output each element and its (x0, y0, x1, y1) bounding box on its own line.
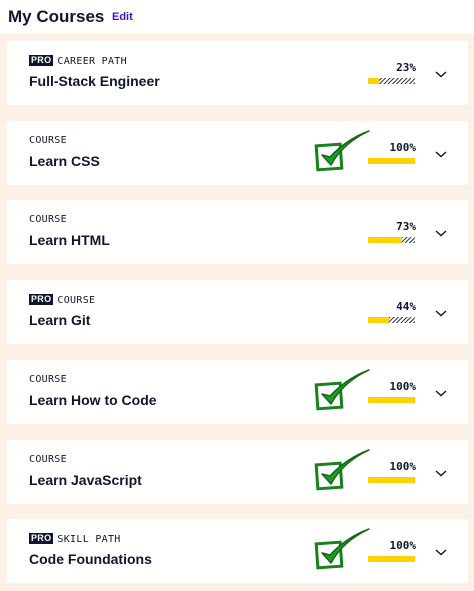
course-title: Learn Git (29, 312, 91, 329)
course-card[interactable]: COURSE Learn CSS 100% (7, 120, 468, 185)
course-kind: CAREER PATH (57, 56, 127, 67)
course-kind-row: COURSE (29, 374, 67, 385)
course-kind: COURSE (57, 295, 96, 307)
progress-bar-fill (368, 157, 415, 164)
progress-bar (368, 556, 415, 563)
progress-percent: 100% (389, 379, 417, 393)
course-card[interactable]: COURSE Learn JavaScript 100% (7, 439, 468, 504)
progress-bar (368, 78, 415, 84)
page-title: My Courses (8, 7, 105, 26)
course-card[interactable]: COURSE Learn HTML 73% (7, 200, 468, 265)
edit-link[interactable]: Edit (112, 11, 133, 23)
course-kind-row: COURSE (29, 135, 67, 146)
progress-bar (368, 237, 415, 244)
chevron-down-icon[interactable] (434, 69, 448, 79)
course-card[interactable]: PRO CAREER PATH Full-Stack Engineer 23% (7, 41, 468, 105)
progress-bar-fill (368, 317, 389, 324)
course-kind-row: PRO CAREER PATH (29, 55, 127, 67)
chevron-down-icon[interactable] (434, 228, 448, 238)
chevron-down-icon[interactable] (434, 308, 448, 318)
pro-badge: PRO (29, 294, 54, 306)
progress-bar (368, 157, 415, 164)
course-title: Learn CSS (29, 152, 100, 169)
page-header: My Courses Edit (0, 0, 474, 34)
course-kind: COURSE (29, 373, 67, 385)
course-title: Learn JavaScript (29, 471, 142, 488)
progress-percent: 73% (396, 220, 416, 234)
progress-bar-fill (368, 237, 403, 244)
course-title: Full-Stack Engineer (29, 73, 160, 89)
progress-percent: 44% (396, 300, 416, 314)
course-kind: COURSE (29, 453, 67, 465)
progress-percent: 100% (389, 140, 417, 154)
chevron-down-icon[interactable] (434, 468, 448, 478)
progress-percent: 23% (396, 61, 416, 74)
course-kind-row: COURSE (29, 454, 67, 465)
progress-bar (368, 317, 415, 324)
progress-bar-fill (368, 556, 415, 563)
progress-bar-fill (368, 396, 415, 403)
course-card[interactable]: PRO SKILL PATH Code Foundations 100% (7, 519, 468, 584)
course-title: Learn HTML (29, 232, 110, 249)
progress-percent: 100% (389, 539, 417, 553)
chevron-down-icon[interactable] (434, 388, 448, 398)
progress-bar (368, 476, 415, 483)
course-kind-row: PRO COURSE (29, 294, 95, 306)
course-card[interactable]: PRO COURSE Learn Git 44% (7, 280, 468, 345)
pro-badge: PRO (29, 55, 54, 66)
pro-badge: PRO (29, 533, 54, 545)
course-kind-row: COURSE (29, 214, 67, 225)
progress-bar-fill (368, 78, 379, 84)
chevron-down-icon[interactable] (434, 547, 448, 557)
course-title: Learn How to Code (29, 391, 157, 408)
progress-bar (368, 396, 415, 403)
course-kind-row: PRO SKILL PATH (29, 533, 121, 545)
course-kind: SKILL PATH (57, 534, 121, 546)
course-kind: COURSE (29, 134, 67, 146)
chevron-down-icon[interactable] (434, 149, 448, 159)
course-kind: COURSE (29, 214, 67, 226)
course-title: Code Foundations (29, 551, 152, 568)
progress-percent: 100% (389, 459, 417, 473)
course-card[interactable]: COURSE Learn How to Code 100% (7, 359, 468, 424)
progress-bar-fill (368, 476, 415, 483)
